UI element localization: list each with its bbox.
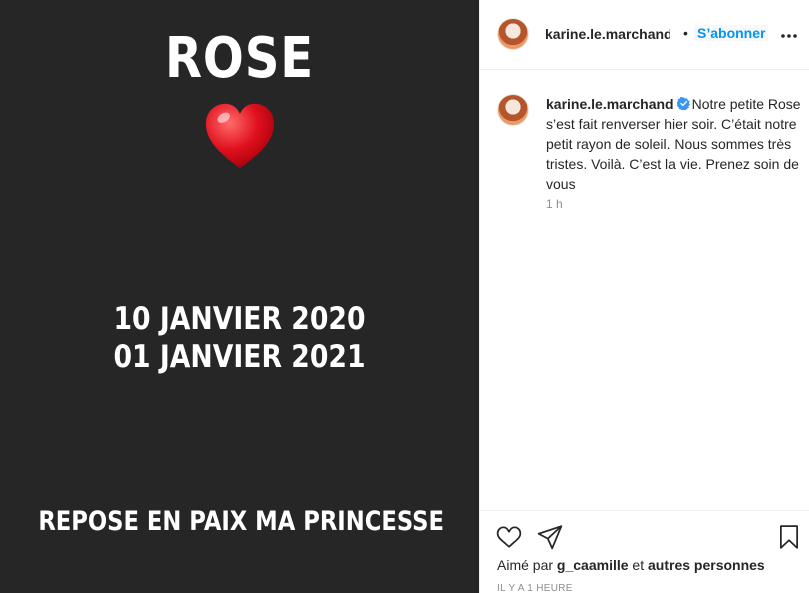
- image-footer-text: REPOSE EN PAIX MA PRINCESSE: [38, 506, 445, 537]
- post-time-ago[interactable]: IL Y A 1 HEURE: [497, 583, 573, 593]
- image-title: ROSE: [164, 26, 315, 91]
- red-heart-icon: [205, 103, 275, 169]
- post-image[interactable]: ROSE 10 JANVIER 2020 01 JANVIER 2021 REP…: [0, 0, 479, 593]
- heart-outline-icon[interactable]: [496, 524, 522, 550]
- separator-dot: •: [683, 25, 688, 41]
- post-header: karine.le.marchand • S’abonner: [480, 0, 809, 70]
- avatar[interactable]: [497, 94, 529, 126]
- header-username[interactable]: karine.le.marchand: [545, 26, 670, 42]
- date-line: 10 JANVIER 2020: [113, 301, 366, 337]
- liked-user-link[interactable]: g_caamille: [557, 557, 629, 573]
- liked-by: Aimé par g_caamille et autres personnes: [497, 557, 765, 573]
- caption: karine.le.marchand Notre petite Rose s’es…: [546, 94, 801, 194]
- action-bar: Aimé par g_caamille et autres personnes …: [480, 510, 809, 593]
- follow-button[interactable]: S’abonner: [694, 25, 769, 41]
- more-horizontal-icon[interactable]: [780, 33, 798, 39]
- post-panel: karine.le.marchand • S’abonner karine.le…: [479, 0, 809, 593]
- liked-prefix: Aimé par: [497, 557, 554, 573]
- liked-and: et: [632, 557, 645, 573]
- caption-username[interactable]: karine.le.marchand: [546, 96, 674, 112]
- date-line: 01 JANVIER 2021: [113, 339, 366, 375]
- image-dates: 10 JANVIER 2020 01 JANVIER 2021: [34, 300, 446, 376]
- caption-time[interactable]: 1 h: [546, 197, 563, 211]
- bookmark-icon[interactable]: [776, 524, 802, 550]
- liked-others-link[interactable]: autres personnes: [648, 557, 765, 573]
- paper-plane-icon[interactable]: [537, 524, 563, 550]
- verified-badge-icon: [676, 97, 690, 110]
- avatar[interactable]: [497, 18, 529, 50]
